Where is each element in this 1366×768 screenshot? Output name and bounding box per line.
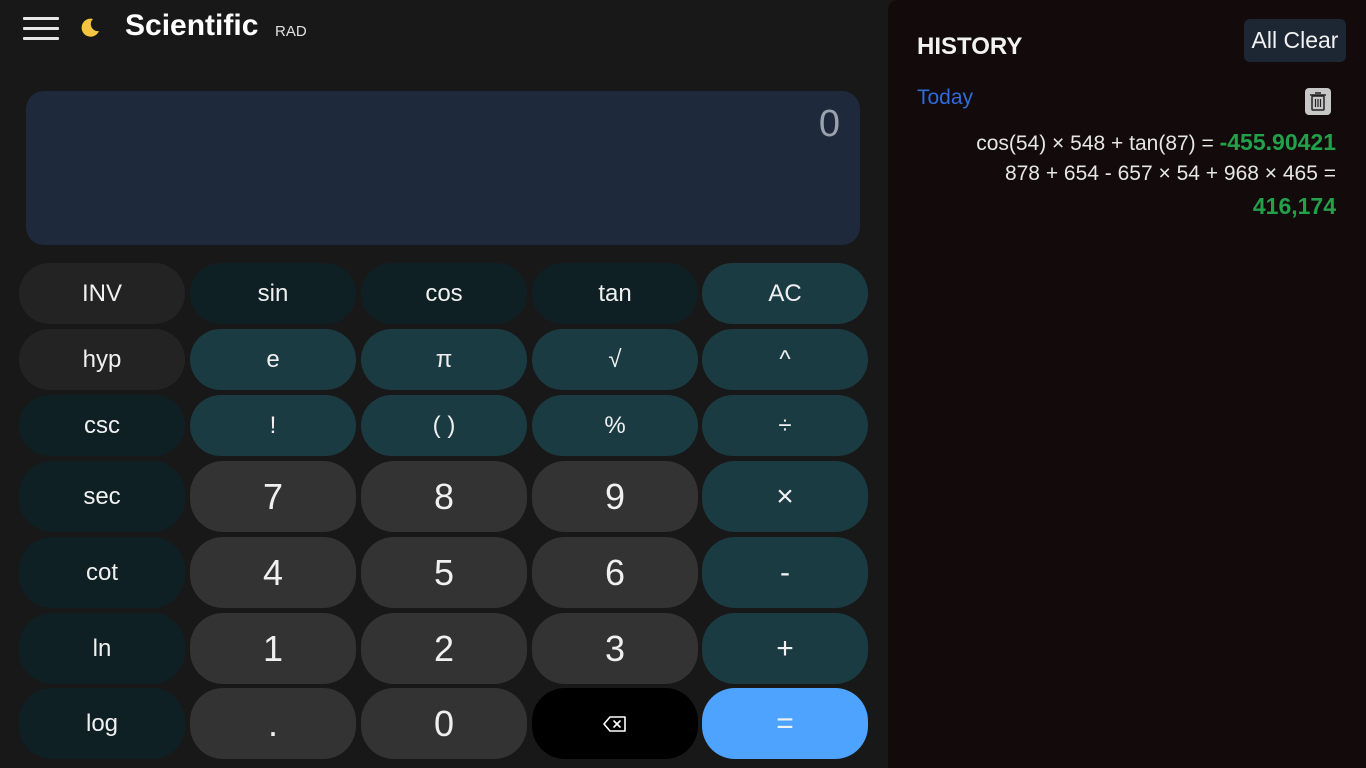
history-panel: HISTORY All Clear Today cos(54) × 548 + … bbox=[888, 0, 1366, 768]
history-result: 416,174 bbox=[1252, 193, 1336, 219]
csc-button[interactable]: csc bbox=[19, 395, 185, 456]
digit-9-button[interactable]: 9 bbox=[532, 461, 698, 532]
page-title: Scientific bbox=[125, 9, 259, 42]
history-entry[interactable]: cos(54) × 548 + tan(87) = -455.90421 bbox=[976, 129, 1336, 156]
sec-button[interactable]: sec bbox=[19, 461, 185, 532]
trash-icon[interactable] bbox=[1305, 88, 1331, 115]
digit-3-button[interactable]: 3 bbox=[532, 613, 698, 684]
inv-button[interactable]: INV bbox=[19, 263, 185, 324]
cos-button[interactable]: cos bbox=[361, 263, 527, 324]
history-expression: 878 + 654 - 657 × 54 + 968 × 465 = bbox=[1004, 162, 1336, 185]
add-button[interactable]: + bbox=[702, 613, 868, 684]
factorial-button[interactable]: ! bbox=[190, 395, 356, 456]
digit-5-button[interactable]: 5 bbox=[361, 537, 527, 608]
hamburger-menu-icon[interactable] bbox=[23, 15, 59, 41]
display-value: 0 bbox=[818, 103, 840, 145]
log-button[interactable]: log bbox=[19, 688, 185, 759]
subtract-button[interactable]: - bbox=[702, 537, 868, 608]
divide-button[interactable]: ÷ bbox=[702, 395, 868, 456]
pi-button[interactable]: π bbox=[361, 329, 527, 390]
decimal-point-button[interactable]: . bbox=[190, 688, 356, 759]
digit-1-button[interactable]: 1 bbox=[190, 613, 356, 684]
sin-button[interactable]: sin bbox=[190, 263, 356, 324]
tan-button[interactable]: tan bbox=[532, 263, 698, 324]
cot-button[interactable]: cot bbox=[19, 537, 185, 608]
backspace-button[interactable] bbox=[532, 688, 698, 759]
parentheses-button[interactable]: ( ) bbox=[361, 395, 527, 456]
digit-8-button[interactable]: 8 bbox=[361, 461, 527, 532]
all-clear-button[interactable]: AC bbox=[702, 263, 868, 324]
angle-mode-label[interactable]: RAD bbox=[275, 23, 307, 40]
history-expression: cos(54) × 548 + tan(87) = bbox=[976, 132, 1214, 155]
digit-7-button[interactable]: 7 bbox=[190, 461, 356, 532]
history-group-label: Today bbox=[917, 86, 974, 109]
equals-button[interactable]: = bbox=[702, 688, 868, 759]
clear-history-button[interactable]: All Clear bbox=[1244, 19, 1346, 62]
sqrt-button[interactable]: √ bbox=[532, 329, 698, 390]
header: Scientific RAD bbox=[0, 0, 888, 60]
history-title: HISTORY bbox=[917, 33, 1023, 60]
digit-4-button[interactable]: 4 bbox=[190, 537, 356, 608]
history-result: -455.90421 bbox=[1219, 129, 1336, 155]
multiply-button[interactable]: × bbox=[702, 461, 868, 532]
power-button[interactable]: ^ bbox=[702, 329, 868, 390]
euler-button[interactable]: e bbox=[190, 329, 356, 390]
digit-2-button[interactable]: 2 bbox=[361, 613, 527, 684]
digit-6-button[interactable]: 6 bbox=[532, 537, 698, 608]
calculator-app: Scientific RAD 0 INV sin cos tan AC hyp … bbox=[0, 0, 1366, 768]
result-display: 0 bbox=[26, 91, 860, 245]
history-entry[interactable]: 878 + 654 - 657 × 54 + 968 × 465 = 416,1… bbox=[1005, 162, 1336, 220]
digit-0-button[interactable]: 0 bbox=[361, 688, 527, 759]
backspace-icon bbox=[603, 715, 626, 732]
hyp-button[interactable]: hyp bbox=[19, 329, 185, 390]
moon-icon[interactable] bbox=[78, 16, 102, 40]
ln-button[interactable]: ln bbox=[19, 613, 185, 684]
percent-button[interactable]: % bbox=[532, 395, 698, 456]
